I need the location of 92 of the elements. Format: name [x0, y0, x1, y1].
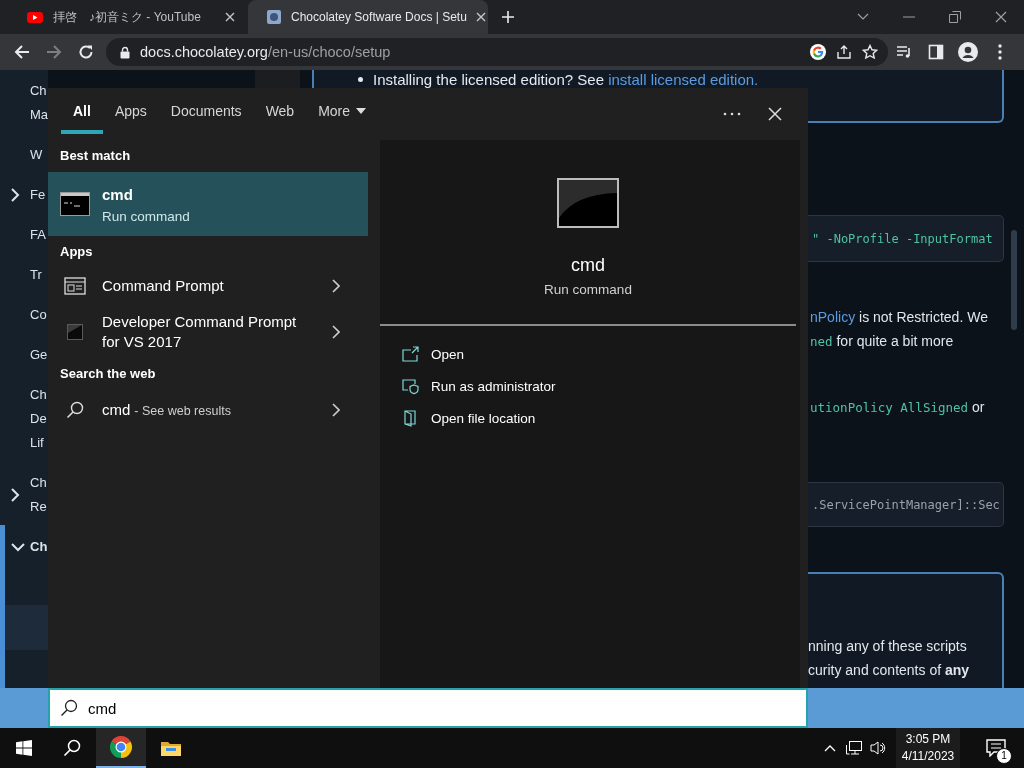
sidebar-link-text[interactable]: Re: [30, 495, 47, 519]
sidebar-link-text[interactable]: W: [30, 143, 43, 167]
chevron-right-icon[interactable]: [10, 188, 20, 202]
menu-icon[interactable]: [998, 44, 1002, 60]
paragraph-line: curity and contents of any: [808, 661, 971, 680]
chevron-down-icon[interactable]: [857, 13, 869, 21]
search-result[interactable]: cmd Run command: [48, 172, 368, 236]
sidebar-link-text[interactable]: Co: [30, 303, 47, 327]
search-icon: [60, 699, 78, 717]
window-icon: [64, 277, 86, 295]
section-heading: Apps: [59, 243, 94, 261]
address-field[interactable]: docs.chocolatey.org/en-us/choco/setup: [106, 38, 888, 66]
list-item-text: Installing the licensed edition? See install licensed edition.: [373, 70, 759, 88]
action-item[interactable]: Run as administrator: [380, 370, 564, 402]
paragraph-line: nPolicy is not Restricted. We: [810, 308, 989, 327]
shield-icon: [402, 377, 419, 395]
close-icon[interactable]: [475, 12, 486, 22]
section-heading: Best match: [59, 147, 132, 165]
sidebar-link-text[interactable]: Ch: [30, 383, 47, 407]
taskbar-app[interactable]: [96, 728, 146, 768]
console-icon: [60, 192, 90, 216]
sidebar-link-text[interactable]: Ch: [29, 79, 48, 103]
video-play-icon: [26, 9, 44, 25]
notification-icon[interactable]: [986, 739, 1006, 757]
preview-title: cmd: [571, 254, 605, 277]
filter-tab[interactable]: All: [61, 88, 103, 134]
code-block: " -NoProfile -InputFormat: [808, 215, 1004, 262]
chevron-right-icon[interactable]: [332, 403, 340, 417]
lock-icon: [120, 45, 130, 59]
notification-badge: 1: [996, 748, 1012, 764]
code-block: .ServicePointManager]::Sec: [808, 482, 1004, 527]
filter-tab[interactable]: Documents: [158, 88, 254, 134]
sidebar-link-text[interactable]: Tr: [30, 263, 42, 287]
chevron-right-icon[interactable]: [10, 488, 20, 502]
sidebar-link-text[interactable]: Lif: [30, 431, 47, 455]
selected-row-background: [5, 605, 48, 650]
door-icon: [402, 409, 419, 427]
search-result[interactable]: Command Prompt: [48, 268, 368, 304]
media-list-icon[interactable]: [896, 44, 912, 60]
paragraph-line: utionPolicy AllSigned or: [810, 398, 986, 417]
sidebar-link-text[interactable]: Ma: [29, 103, 48, 127]
chevron-right-icon[interactable]: [332, 279, 340, 293]
sidebar-link-text[interactable]: Ch: [30, 471, 47, 495]
share-icon[interactable]: [836, 44, 852, 60]
close-icon[interactable]: [995, 11, 1007, 23]
close-icon[interactable]: [225, 12, 235, 22]
search-result[interactable]: cmd - See web results: [48, 390, 368, 430]
sidebar-link-text[interactable]: FA: [30, 223, 46, 247]
search-icon: [66, 401, 84, 419]
side-panel-icon[interactable]: [928, 44, 944, 60]
windows-logo-icon: [16, 740, 32, 756]
browser-icon: [109, 735, 133, 759]
sidebar-link-text[interactable]: Ge: [30, 343, 48, 367]
bullet-dot: [358, 76, 363, 82]
paragraph-line: nning any of these scripts: [808, 637, 968, 656]
filter-tab[interactable]: Web: [253, 88, 307, 134]
search-result[interactable]: Developer Command Prompt for VS 2017: [48, 304, 368, 358]
back-arrow-icon[interactable]: [14, 44, 30, 60]
page-icon: [266, 9, 282, 25]
star-icon[interactable]: [862, 44, 878, 60]
clock-button[interactable]: 3:05 PM 4/11/2023: [896, 728, 960, 768]
action-item[interactable]: Open file location: [380, 402, 544, 434]
restore-icon[interactable]: [949, 11, 961, 23]
volume-icon[interactable]: [870, 740, 886, 756]
search-field[interactable]: cmd: [48, 688, 808, 728]
reload-icon[interactable]: [78, 44, 94, 60]
sidebar-link-text[interactable]: Fe: [30, 183, 46, 207]
filter-tab[interactable]: More: [306, 88, 379, 134]
link[interactable]: nPolicy: [810, 309, 856, 325]
search-icon: [63, 739, 81, 757]
browser-tab[interactable]: 拝啓 ♪初音ミク - YouTube: [8, 0, 248, 34]
plus-icon[interactable]: [501, 10, 515, 24]
paragraph-line: ned for quite a bit more: [810, 332, 955, 351]
chevron-right-icon[interactable]: [332, 325, 340, 339]
console-icon: [67, 324, 83, 340]
open-window-icon: [402, 345, 419, 363]
link[interactable]: install licensed edition.: [608, 70, 759, 88]
action-item[interactable]: Open: [380, 338, 473, 370]
google-icon[interactable]: [810, 44, 826, 60]
network-icon[interactable]: [846, 740, 862, 756]
chevron-up-icon[interactable]: [824, 744, 836, 752]
sidebar-link-text[interactable]: De: [30, 407, 47, 431]
console-window-icon: [557, 178, 619, 228]
browser-tab[interactable]: Chocolatey Software Docs | Setu: [248, 0, 488, 34]
scrollbar-thumb[interactable]: [1011, 230, 1017, 330]
preview-subtitle: Run command: [544, 281, 632, 299]
profile-icon[interactable]: [958, 42, 978, 62]
more-options-icon[interactable]: [723, 112, 741, 116]
filter-tab[interactable]: Apps: [102, 88, 159, 134]
sidebar-link-text[interactable]: Ch: [30, 535, 48, 559]
section-heading: Search the web: [59, 365, 157, 383]
folder-icon: [160, 739, 182, 757]
